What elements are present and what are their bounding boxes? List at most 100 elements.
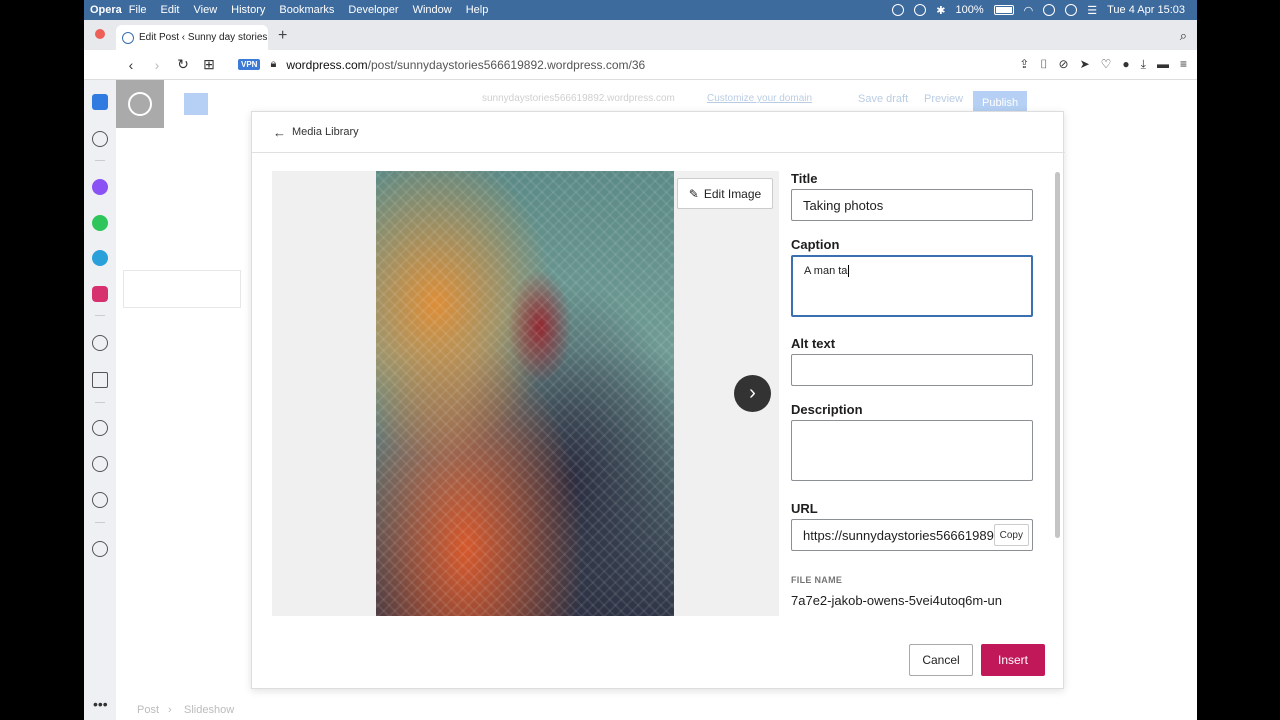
url-value: https://sunnydaystories566619892 — [803, 527, 1002, 543]
menu-file[interactable]: File — [122, 4, 154, 16]
lock-icon[interactable]: 🔒︎ — [270, 58, 276, 71]
caption-label: Caption — [791, 237, 840, 252]
snapshot-icon[interactable]: ⌷ — [1040, 57, 1047, 72]
block-toolbar — [123, 270, 241, 308]
download-icon[interactable]: ⤓ — [1141, 57, 1146, 72]
menu-help[interactable]: Help — [459, 4, 496, 16]
edit-image-button[interactable]: ✎ Edit Image — [677, 178, 773, 209]
instagram-icon[interactable] — [92, 286, 108, 302]
sidebar-divider — [95, 160, 105, 161]
focus-icon[interactable] — [914, 4, 927, 16]
menu-window[interactable]: Window — [406, 4, 459, 16]
edit-image-label: Edit Image — [703, 186, 762, 201]
user-icon[interactable] — [1043, 4, 1056, 16]
more-icon[interactable]: ••• — [93, 696, 108, 712]
title-input[interactable]: Taking photos — [791, 189, 1033, 221]
record-icon[interactable] — [892, 4, 905, 16]
description-label: Description — [791, 402, 863, 417]
send-sidebar-icon[interactable] — [92, 372, 108, 388]
back-arrow-icon[interactable]: ← — [273, 125, 286, 140]
description-input[interactable] — [791, 420, 1033, 481]
title-value: Taking photos — [803, 197, 884, 213]
new-tab-icon[interactable]: + — [278, 27, 287, 45]
url-label: URL — [791, 501, 818, 516]
title-label: Title — [791, 171, 818, 186]
menu-edit[interactable]: Edit — [154, 4, 187, 16]
next-image-button[interactable]: › — [734, 375, 771, 412]
history-icon[interactable] — [92, 456, 108, 472]
reload-icon[interactable]: ↻ — [170, 56, 196, 73]
wifi-icon[interactable]: ◠ — [1024, 4, 1034, 17]
breadcrumb-slideshow[interactable]: Slideshow — [184, 704, 234, 716]
url-input[interactable]: https://sunnydaystories566619892 Copy — [791, 519, 1033, 551]
heart-icon[interactable]: ♡ — [1101, 57, 1112, 72]
whatsapp-icon[interactable] — [92, 215, 108, 231]
chevron-right-icon: › — [749, 382, 756, 404]
add-block-button[interactable] — [184, 93, 208, 115]
heart-sidebar-icon[interactable] — [92, 420, 108, 436]
settings-icon[interactable] — [92, 492, 108, 508]
menubar-datetime[interactable]: Tue 4 Apr 15:03 — [1107, 4, 1185, 16]
menu-app-name[interactable]: Opera — [84, 4, 122, 16]
control-center-icon[interactable]: ☰ — [1087, 4, 1097, 17]
url-path: /post/sunnydaystories566619892.wordpress… — [367, 57, 646, 72]
menubar-tray: ✱ 100% ◠ ☰ Tue 4 Apr 15:03 — [892, 4, 1197, 17]
battery-percent: 100% — [955, 4, 984, 16]
caption-input[interactable]: A man ta — [791, 255, 1033, 317]
back-icon[interactable]: ‹ — [118, 57, 144, 73]
send-icon[interactable]: ➤ — [1080, 57, 1090, 72]
menu-bookmarks[interactable]: Bookmarks — [272, 4, 341, 16]
url-host: wordpress.com — [286, 57, 368, 72]
alt-text-input[interactable] — [791, 354, 1033, 386]
time-machine-icon[interactable] — [1065, 4, 1078, 16]
wordpress-logo[interactable] — [116, 80, 164, 128]
telegram-icon[interactable] — [92, 250, 108, 266]
menu-icon[interactable]: ≡ — [1180, 57, 1187, 72]
url-field[interactable]: wordpress.com/post/sunnydaystories566619… — [286, 58, 645, 72]
text-caret — [848, 265, 850, 277]
preview-photo — [376, 171, 674, 616]
attachment-details: Title Taking photos Caption A man ta Alt… — [791, 171, 1041, 671]
bluetooth-icon[interactable]: ✱ — [936, 4, 945, 17]
browser-window: Edit Post ‹ Sunny day stories — + ⌕ ‹ › … — [84, 20, 1197, 720]
home-icon[interactable] — [92, 94, 108, 110]
media-library-back-link[interactable]: Media Library — [292, 126, 359, 138]
copy-url-button[interactable]: Copy — [993, 524, 1029, 546]
star-icon[interactable] — [92, 131, 108, 147]
share-icon[interactable]: ⇪ — [1019, 57, 1029, 72]
player-icon[interactable] — [92, 335, 108, 351]
profile-icon[interactable]: ● — [1122, 57, 1129, 72]
wordpress-favicon-icon — [122, 31, 134, 44]
screen: Opera File Edit View History Bookmarks D… — [0, 0, 1280, 720]
wordpress-icon — [128, 92, 152, 116]
cancel-button[interactable]: Cancel — [909, 644, 973, 676]
adblock-icon[interactable]: ⊘ — [1059, 57, 1069, 72]
opera-sidebar: ••• — [84, 80, 116, 720]
menubar: Opera File Edit View History Bookmarks D… — [84, 0, 1197, 20]
menu-history[interactable]: History — [224, 4, 272, 16]
caption-value: A man ta — [804, 265, 848, 277]
modal-header: ← Media Library — [252, 112, 1065, 153]
tab-title: Edit Post ‹ Sunny day stories — — [139, 32, 268, 43]
menu-view[interactable]: View — [187, 4, 225, 16]
tab-search-icon[interactable]: ⌕ — [1180, 28, 1187, 44]
address-bar: ‹ › ↻ ⊞ VPN 🔒︎ wordpress.com/post/sunnyd… — [84, 50, 1197, 80]
close-window-icon[interactable] — [95, 29, 105, 39]
address-bar-actions: ⇪ ⌷ ⊘ ➤ ♡ ● ⤓ ▬ ≡ — [1019, 57, 1197, 72]
menu-developer[interactable]: Developer — [341, 4, 405, 16]
breadcrumb-post[interactable]: Post — [137, 704, 159, 716]
battery-saver-icon[interactable]: ▬ — [1157, 57, 1169, 72]
tabs-grid-icon[interactable]: ⊞ — [196, 56, 222, 73]
battery-icon[interactable] — [993, 5, 1014, 15]
vpn-badge[interactable]: VPN — [238, 59, 261, 70]
file-name-label: FILE NAME — [791, 575, 843, 585]
file-name-value: 7a7e2-jakob-owens-5vei4utoq6m-un — [791, 593, 1003, 608]
tab-bar: Edit Post ‹ Sunny day stories — + ⌕ — [84, 20, 1197, 50]
details-scrollbar[interactable] — [1055, 172, 1060, 538]
tips-icon[interactable] — [92, 541, 108, 557]
insert-button[interactable]: Insert — [981, 644, 1045, 676]
messenger-icon[interactable] — [92, 179, 108, 195]
forward-icon[interactable]: › — [144, 57, 170, 73]
tab-edit-post[interactable]: Edit Post ‹ Sunny day stories — — [116, 25, 268, 50]
breadcrumb-separator-icon: › — [168, 704, 172, 716]
